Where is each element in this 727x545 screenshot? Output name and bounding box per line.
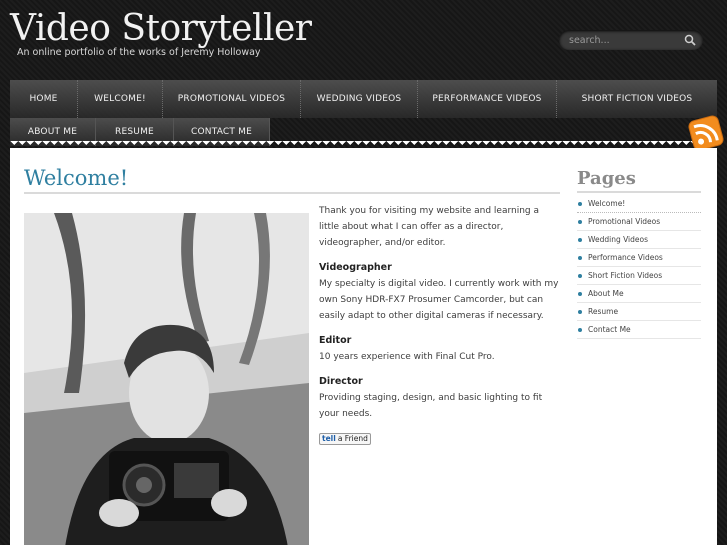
nav-item-home[interactable]: Home (10, 80, 78, 118)
sidebar-item-label: Contact Me (588, 325, 631, 334)
tell-label: tell (322, 434, 336, 443)
nav-item-welcome[interactable]: Welcome! (78, 80, 163, 118)
search-box (559, 30, 703, 50)
sidebar-item-welcome[interactable]: Welcome! (577, 195, 701, 213)
sidebar-item-short-fiction-videos[interactable]: Short Fiction Videos (577, 267, 701, 285)
sidebar-item-label: Welcome! (588, 199, 626, 208)
sidebar-title: Pages (577, 168, 636, 189)
sidebar-item-contact-me[interactable]: Contact Me (577, 321, 701, 339)
photo-illustration (24, 213, 309, 545)
section-heading-editor: Editor (319, 335, 352, 346)
site-title[interactable]: Video Storyteller (10, 8, 312, 49)
bullet-icon (578, 201, 582, 206)
bullet-icon (578, 255, 582, 260)
site-tagline: An online portfolio of the works of Jere… (17, 47, 261, 58)
portrait-photo (24, 213, 309, 545)
main-nav: Home Welcome! Promotional Videos Wedding… (10, 80, 717, 146)
sidebar-item-performance-videos[interactable]: Performance Videos (577, 249, 701, 267)
sidebar-item-resume[interactable]: Resume (577, 303, 701, 321)
tell-a-friend-button[interactable]: tell a Friend (319, 433, 371, 445)
sidebar-item-label: Performance Videos (588, 253, 663, 262)
bullet-icon (578, 219, 582, 224)
content-area: Welcome! Thank you for visiting my websi… (10, 148, 717, 545)
intro-paragraph: Thank you for visiting my website and le… (319, 206, 540, 248)
bullet-icon (578, 291, 582, 296)
section-text-videographer: My specialty is digital video. I current… (319, 279, 559, 321)
bullet-icon (578, 273, 582, 278)
search-icon[interactable] (684, 34, 696, 46)
title-divider (24, 192, 560, 194)
search-input[interactable] (569, 33, 679, 47)
sidebar-item-label: Resume (588, 307, 619, 316)
sidebar-item-label: Wedding Videos (588, 235, 649, 244)
nav-item-wedding-videos[interactable]: Wedding Videos (301, 80, 418, 118)
nav-item-performance-videos[interactable]: Performance Videos (418, 80, 557, 118)
section-text-editor: 10 years experience with Final Cut Pro. (319, 352, 495, 362)
sidebar-item-about-me[interactable]: About Me (577, 285, 701, 303)
nav-row-primary: Home Welcome! Promotional Videos Wedding… (10, 80, 717, 118)
sidebar-divider (577, 191, 701, 193)
bullet-icon (578, 237, 582, 242)
section-heading-director: Director (319, 376, 363, 387)
page-title: Welcome! (24, 166, 129, 190)
sidebar-item-label: About Me (588, 289, 624, 298)
sidebar-item-label: Promotional Videos (588, 217, 661, 226)
friend-label: a Friend (337, 434, 368, 443)
sidebar-pages-list: Welcome! Promotional Videos Wedding Vide… (577, 195, 701, 339)
sidebar-item-label: Short Fiction Videos (588, 271, 663, 280)
nav-item-promotional-videos[interactable]: Promotional Videos (163, 80, 301, 118)
bullet-icon (578, 327, 582, 332)
intro-text: Thank you for visiting my website and le… (319, 203, 561, 447)
bullet-icon (578, 309, 582, 314)
section-text-director: Providing staging, design, and basic lig… (319, 393, 543, 419)
sidebar-item-wedding-videos[interactable]: Wedding Videos (577, 231, 701, 249)
section-heading-videographer: Videographer (319, 262, 392, 273)
sidebar-item-promotional-videos[interactable]: Promotional Videos (577, 213, 701, 231)
